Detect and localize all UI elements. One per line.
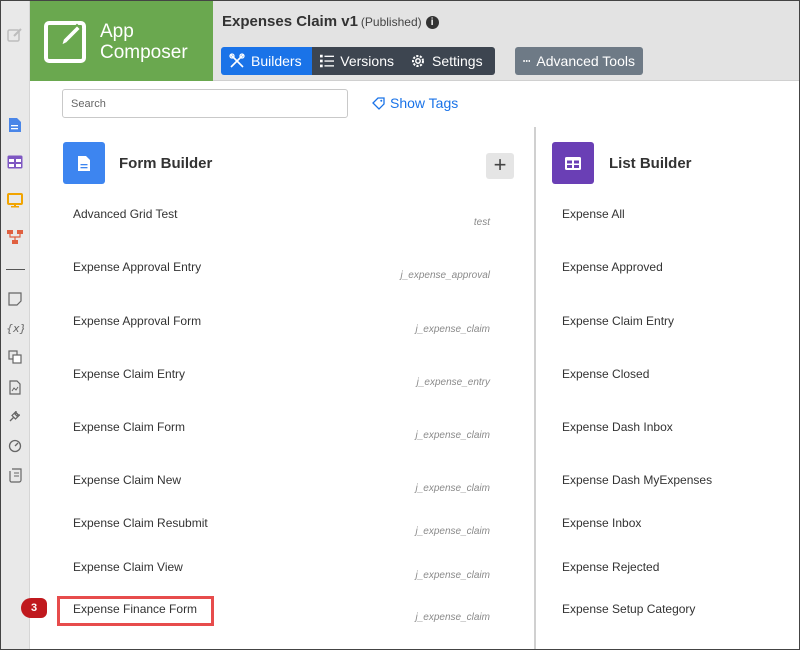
advanced-tools-button[interactable]: Advanced Tools [515, 47, 643, 75]
list-item[interactable]: Expense Rejected [562, 560, 659, 574]
tag-icon [372, 96, 385, 110]
brand-line-1: App [100, 21, 134, 42]
list-builder-title: List Builder [609, 155, 692, 172]
form-item-name: Expense Claim Entry [73, 367, 186, 381]
form-item-name: Expense Claim New [73, 473, 182, 487]
scroll-icon[interactable] [5, 465, 25, 485]
form-builder-icon [63, 142, 105, 184]
form-item-tag: j_expense_claim [415, 483, 491, 494]
builders-button[interactable]: Builders [221, 47, 312, 75]
panel-divider [534, 127, 536, 649]
show-tags-link[interactable]: Show Tags [372, 95, 458, 111]
form-document-icon[interactable] [5, 115, 25, 135]
app-title: Expenses Claim v1 [222, 13, 358, 30]
list-table-icon[interactable] [5, 152, 25, 172]
list-item[interactable]: Expense Setup Category [562, 602, 695, 616]
form-item-name: Advanced Grid Test [73, 207, 178, 221]
form-item-name: Expense Claim Resubmit [73, 516, 208, 530]
info-icon[interactable]: i [425, 16, 439, 29]
list-builder-icon [552, 142, 594, 184]
builders-label: Builders [251, 53, 302, 69]
step-badge: 3 [21, 598, 47, 618]
form-item-tag: j_expense_claim [415, 570, 491, 581]
list-item[interactable]: Expense Closed [562, 367, 649, 381]
form-item[interactable]: Expense Approval Form j_expense_claim [58, 314, 498, 354]
left-rail: {x} [1, 1, 30, 649]
settings-label: Settings [432, 53, 483, 69]
rail-separator [6, 269, 25, 270]
form-item-tag: j_expense_claim [415, 430, 491, 441]
form-item[interactable]: Expense Claim Entry j_expense_entry [58, 367, 498, 407]
list-item[interactable]: Expense Approved [562, 260, 663, 274]
advanced-tools-label: Advanced Tools [536, 53, 635, 69]
form-item-tag: j_expense_claim [415, 324, 491, 335]
builders-tools-icon [229, 53, 245, 68]
form-builder-title: Form Builder [119, 155, 213, 172]
versions-label: Versions [340, 53, 394, 69]
gauge-icon[interactable] [5, 436, 25, 456]
form-item[interactable]: Expense Claim Resubmit j_expense_claim [58, 516, 498, 556]
form-item-tag: j_expense_entry [416, 377, 490, 388]
form-item-name: Expense Claim View [73, 560, 183, 574]
note-icon[interactable] [5, 289, 25, 309]
app-title-row: Expenses Claim v1 (Published) i [222, 13, 439, 30]
list-item[interactable]: Expense Inbox [562, 516, 641, 530]
list-icon [320, 54, 335, 68]
form-item-tag: j_expense_claim [415, 526, 491, 537]
form-item[interactable]: Expense Approval Entry j_expense_approva… [58, 260, 498, 300]
list-item[interactable]: Expense Claim Entry [562, 314, 674, 328]
report-icon[interactable] [5, 377, 25, 397]
form-item-name: Expense Claim Form [73, 420, 186, 434]
plugin-icon[interactable] [5, 406, 25, 426]
form-item[interactable]: Expense Claim View j_expense_claim [58, 560, 498, 600]
form-item-name: Expense Approval Form [73, 314, 202, 328]
top-bar: Expenses Claim v1 (Published) i Builders V… [213, 1, 799, 81]
brand-line-2: Composer [100, 42, 188, 63]
list-item[interactable]: Expense All [562, 207, 625, 221]
dashboard-monitor-icon[interactable] [5, 190, 25, 210]
edit-icon[interactable] [5, 25, 25, 45]
search-input[interactable] [62, 89, 348, 118]
app-composer-brand: App Composer [30, 1, 213, 81]
variables-icon[interactable]: {x} [5, 318, 25, 338]
settings-button[interactable]: Settings [402, 47, 495, 75]
form-item[interactable]: Advanced Grid Test test [58, 207, 498, 247]
form-item-name: Expense Approval Entry [73, 260, 202, 274]
versions-button[interactable]: Versions [312, 47, 402, 75]
highlight-box [57, 596, 214, 626]
form-item-tag: test [473, 217, 490, 228]
add-form-button[interactable]: + [486, 153, 514, 179]
form-item[interactable]: Expense Claim Form j_expense_claim [58, 420, 498, 460]
brand-title: App Composer [100, 21, 188, 63]
translate-icon[interactable] [5, 347, 25, 367]
form-item[interactable]: Expense Claim New j_expense_claim [58, 473, 498, 513]
more-dots-icon [523, 60, 531, 62]
show-tags-label: Show Tags [390, 95, 459, 111]
list-item[interactable]: Expense Dash MyExpenses [562, 473, 712, 487]
form-item-tag: j_expense_claim [415, 612, 491, 623]
app-status: (Published) [360, 15, 422, 29]
form-item-tag: j_expense_approval [400, 270, 490, 281]
gear-icon [412, 55, 424, 67]
list-item[interactable]: Expense Dash Inbox [562, 420, 673, 434]
workflow-icon[interactable] [5, 227, 25, 247]
edit-logo-icon [44, 21, 86, 63]
svg-text:{x}: {x} [6, 322, 24, 335]
